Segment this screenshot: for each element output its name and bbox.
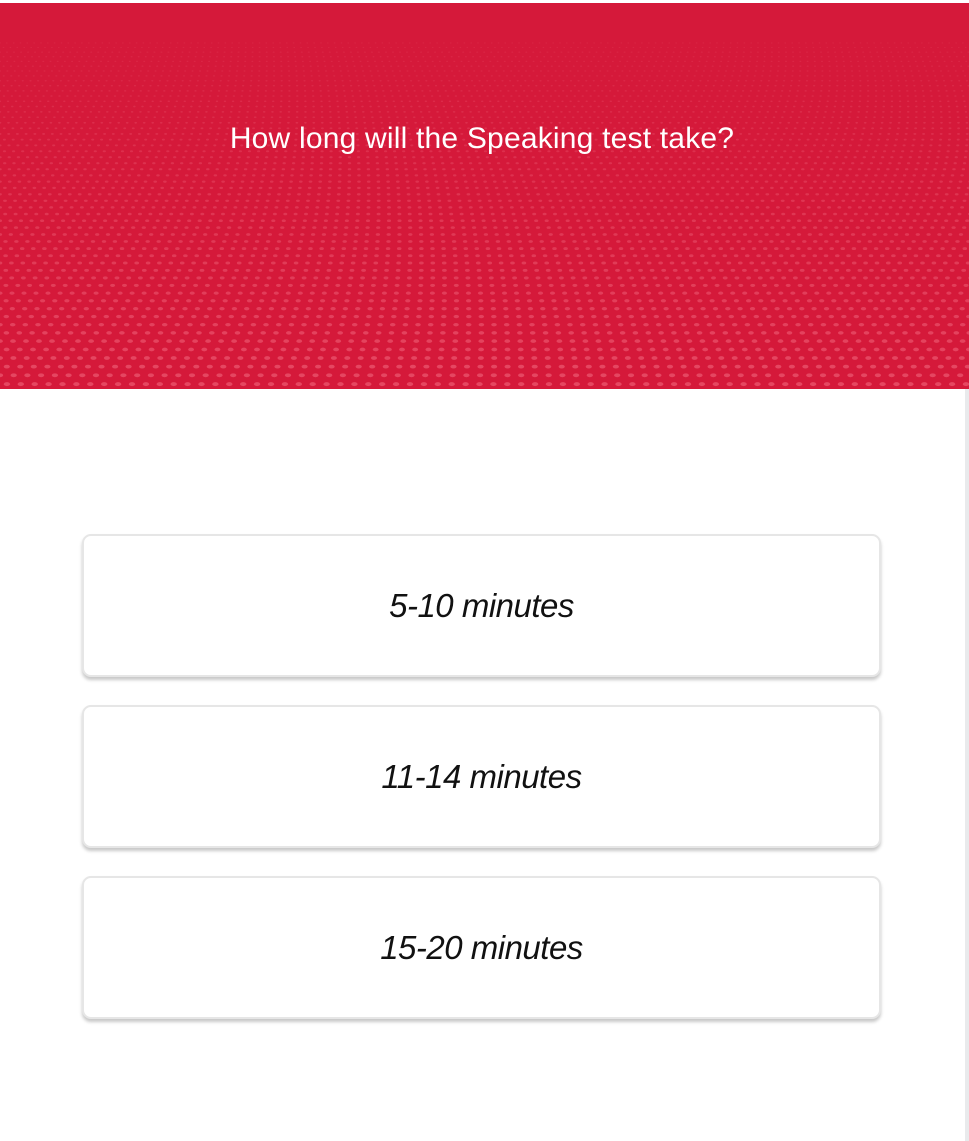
answer-option-label: 5-10 minutes	[389, 586, 574, 624]
question-title: How long will the Speaking test take?	[229, 122, 735, 155]
answer-option-3[interactable]: 15-20 minutes	[82, 876, 881, 1019]
scrollbar-track	[965, 389, 969, 1141]
halftone-dot-pattern	[0, 42, 969, 387]
answer-option-label: 11-14 minutes	[381, 757, 582, 795]
answer-option-label: 15-20 minutes	[380, 928, 583, 966]
quiz-page: How long will the Speaking test take? 5-…	[0, 0, 969, 1141]
answer-options: 5-10 minutes 11-14 minutes 15-20 minutes	[82, 534, 881, 1047]
answer-option-1[interactable]: 5-10 minutes	[82, 534, 881, 677]
question-banner: How long will the Speaking test take?	[0, 3, 969, 389]
answer-option-2[interactable]: 11-14 minutes	[82, 705, 881, 848]
